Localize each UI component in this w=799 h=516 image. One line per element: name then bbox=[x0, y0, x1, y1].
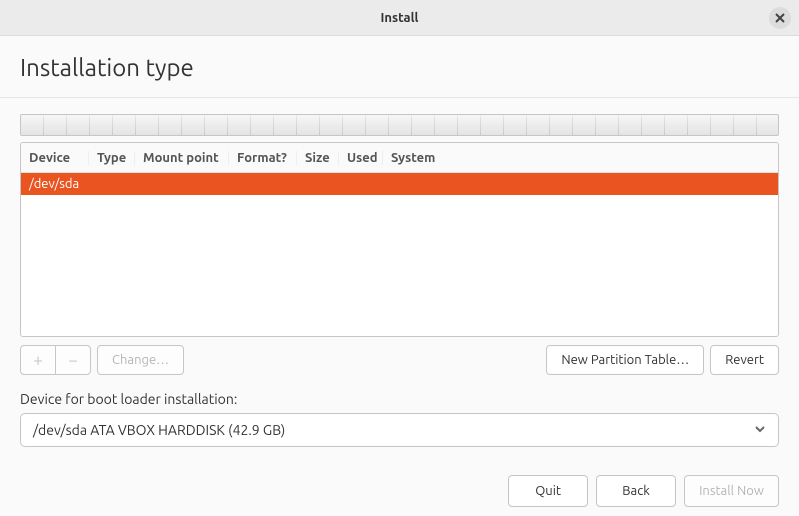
close-icon bbox=[775, 13, 785, 23]
titlebar: Install bbox=[0, 0, 799, 36]
window-title: Install bbox=[381, 11, 419, 25]
new-partition-table-button[interactable]: New Partition Table… bbox=[546, 345, 704, 375]
quit-button[interactable]: Quit bbox=[508, 475, 588, 507]
bootloader-device-select[interactable]: /dev/sda ATA VBOX HARDDISK (42.9 GB) bbox=[20, 413, 779, 447]
footer-buttons: Quit Back Install Now bbox=[20, 475, 779, 507]
column-header-used[interactable]: Used bbox=[339, 151, 383, 165]
page-title: Installation type bbox=[20, 36, 779, 97]
table-body: /dev/sda bbox=[21, 173, 778, 336]
close-button[interactable] bbox=[769, 7, 791, 29]
remove-partition-button[interactable]: − bbox=[55, 345, 91, 375]
add-remove-group: + − bbox=[20, 345, 91, 375]
column-header-system[interactable]: System bbox=[383, 151, 778, 165]
partition-table: Device Type Mount point Format? Size Use… bbox=[20, 142, 779, 337]
revert-button[interactable]: Revert bbox=[710, 345, 779, 375]
install-now-button[interactable]: Install Now bbox=[684, 475, 779, 507]
change-button[interactable]: Change… bbox=[97, 345, 184, 375]
back-button[interactable]: Back bbox=[596, 475, 676, 507]
partition-toolbar: + − Change… New Partition Table… Revert bbox=[20, 345, 779, 375]
table-header-row: Device Type Mount point Format? Size Use… bbox=[21, 143, 778, 173]
column-header-mount-point[interactable]: Mount point bbox=[135, 151, 229, 165]
disk-usage-bar[interactable] bbox=[20, 114, 779, 136]
bootloader-selected-value: /dev/sda ATA VBOX HARDDISK (42.9 GB) bbox=[33, 422, 285, 438]
divider bbox=[0, 97, 799, 98]
column-header-size[interactable]: Size bbox=[297, 151, 339, 165]
chevron-down-icon bbox=[754, 422, 766, 438]
column-header-device[interactable]: Device bbox=[21, 151, 89, 165]
cell-device: /dev/sda bbox=[21, 177, 89, 191]
bootloader-label: Device for boot loader installation: bbox=[20, 391, 779, 407]
add-partition-button[interactable]: + bbox=[20, 345, 56, 375]
column-header-type[interactable]: Type bbox=[89, 151, 135, 165]
column-header-format[interactable]: Format? bbox=[229, 151, 297, 165]
table-row[interactable]: /dev/sda bbox=[21, 173, 778, 195]
content-area: Installation type Device Type Mount poin… bbox=[0, 36, 799, 507]
